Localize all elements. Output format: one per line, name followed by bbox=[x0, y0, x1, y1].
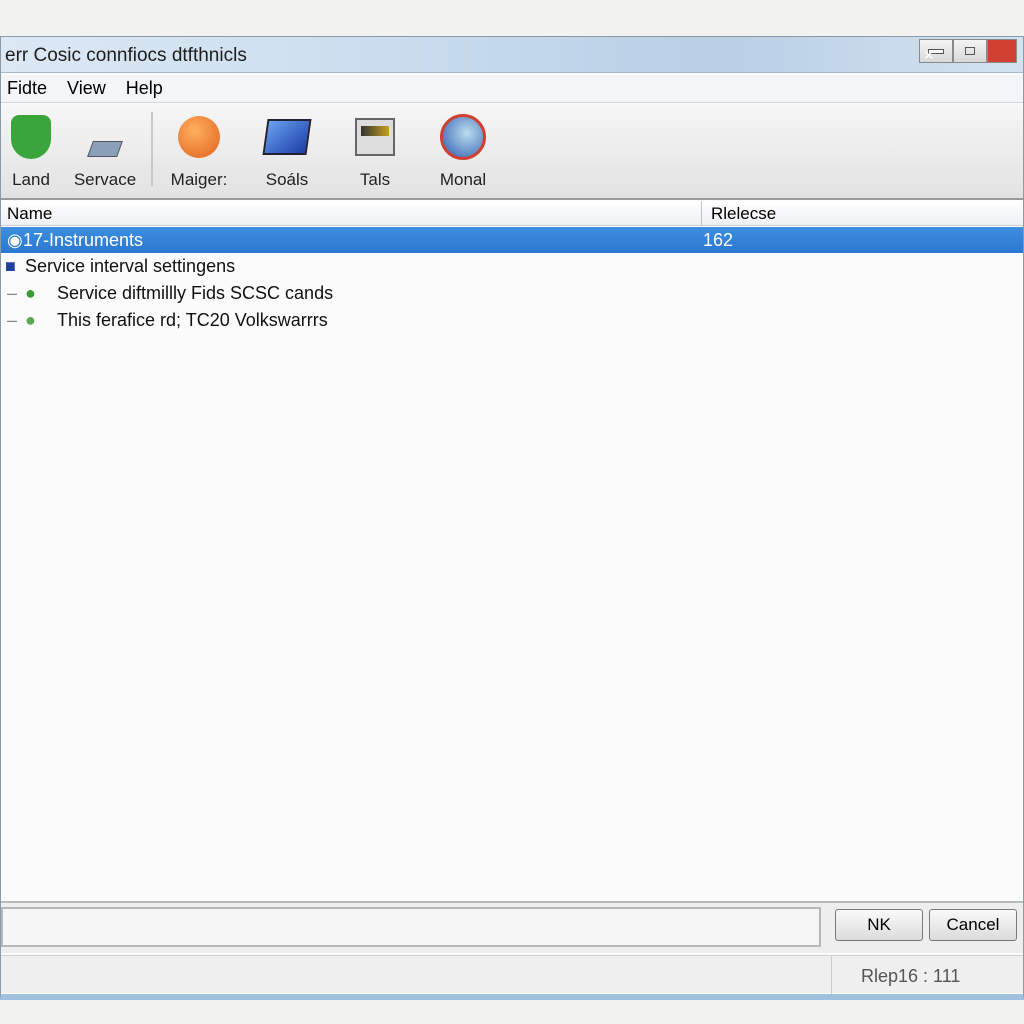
green-shield-icon bbox=[6, 112, 56, 162]
probe-icon bbox=[80, 112, 130, 162]
check-icon: ● bbox=[25, 310, 36, 330]
toolbar-service[interactable]: Servace bbox=[61, 104, 149, 198]
column-name[interactable]: Name bbox=[7, 204, 52, 224]
toolbar-manual[interactable]: Monal bbox=[419, 104, 507, 198]
menu-help[interactable]: Help bbox=[126, 78, 163, 99]
monitor-icon bbox=[262, 112, 312, 162]
window-title: err Cosic connfiocs dtfthnicls bbox=[5, 45, 247, 66]
meter-icon bbox=[350, 112, 400, 162]
bottom-panel: NK Cancel bbox=[1, 901, 1023, 953]
app-window: err Cosic connfiocs dtfthnicls ✕ Fidte V… bbox=[0, 36, 1024, 1000]
toolbar-land[interactable]: Land bbox=[1, 104, 61, 198]
ok-button[interactable]: NK bbox=[835, 909, 923, 941]
cancel-button[interactable]: Cancel bbox=[929, 909, 1017, 941]
maximize-button[interactable] bbox=[953, 39, 987, 63]
menu-bar: Fidte View Help bbox=[1, 75, 1023, 103]
list-row[interactable]: – ● Service diftmillly Fids SCSC cands bbox=[1, 280, 1023, 306]
column-release[interactable]: Rlelecse bbox=[711, 204, 776, 224]
toolbar-manager[interactable]: Maiger: bbox=[155, 104, 243, 198]
orange-orb-icon bbox=[174, 112, 224, 162]
menu-view[interactable]: View bbox=[67, 78, 106, 99]
list-row[interactable]: ■ Service interval settingens bbox=[1, 253, 1023, 279]
list-header: Name Rlelecse bbox=[1, 201, 1023, 226]
toolbar-tals[interactable]: Tals bbox=[331, 104, 419, 198]
folder-icon: ■ bbox=[5, 256, 16, 276]
tree-line: – bbox=[7, 310, 18, 330]
title-bar: err Cosic connfiocs dtfthnicls ✕ bbox=[1, 37, 1023, 73]
module-icon: ◉ bbox=[7, 230, 23, 250]
maximize-icon bbox=[965, 47, 975, 55]
globe-icon bbox=[438, 112, 488, 162]
check-icon: ● bbox=[25, 283, 36, 303]
tree-line: – bbox=[7, 283, 18, 303]
list-row[interactable]: ◉ 17-Instruments 162 bbox=[1, 227, 1023, 253]
status-text: Rlep16 : 111 bbox=[861, 966, 961, 986]
input-field[interactable] bbox=[1, 907, 821, 947]
toolbar-separator bbox=[151, 112, 153, 186]
list-row[interactable]: – ● This ferafice rd; TC20 Volkswarrrs bbox=[1, 307, 1023, 333]
toolbar: Land Servace Maiger: Soáls Tals Monal bbox=[1, 104, 1023, 200]
close-icon: ✕ bbox=[923, 47, 935, 63]
status-bar: Rlep16 : 111 bbox=[1, 955, 1023, 994]
toolbar-tools[interactable]: Soáls bbox=[243, 104, 331, 198]
menu-file[interactable]: Fidte bbox=[7, 78, 47, 99]
close-button[interactable]: ✕ bbox=[923, 39, 1017, 63]
